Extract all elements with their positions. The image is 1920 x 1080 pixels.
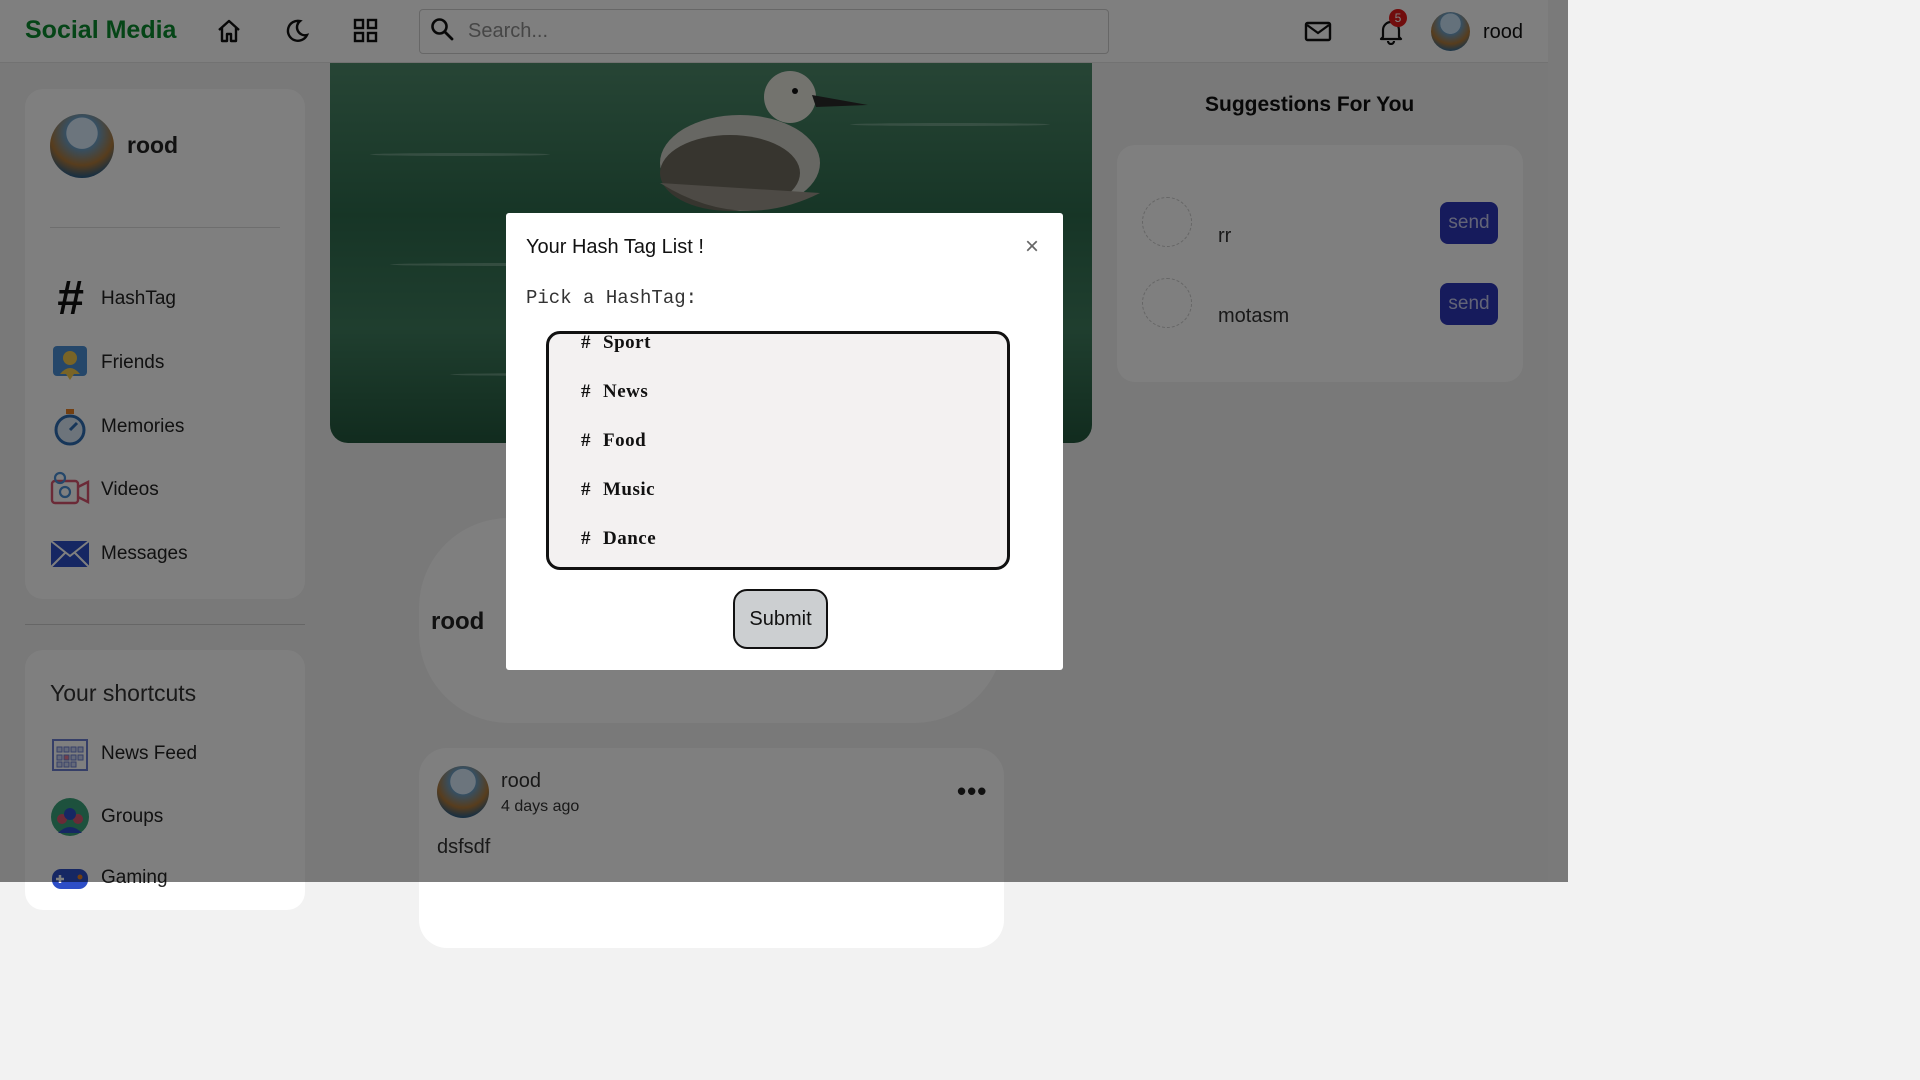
page-scrollbar[interactable] (1548, 0, 1568, 882)
hashtag-label: Dance (603, 528, 657, 549)
hashtag-option-food[interactable]: # Food (581, 430, 646, 452)
hash-symbol: # (581, 430, 591, 451)
modal-title: Your Hash Tag List ! (526, 236, 704, 258)
hashtag-label: News (603, 381, 649, 402)
hash-symbol: # (581, 479, 591, 500)
hashtag-label: Music (603, 479, 656, 500)
hash-symbol: # (581, 528, 591, 549)
close-icon[interactable]: × (1025, 235, 1039, 259)
hashtag-option-dance[interactable]: # Dance (581, 528, 656, 550)
hashtag-modal: Your Hash Tag List ! × Pick a HashTag: #… (506, 213, 1063, 670)
hash-symbol: # (581, 381, 591, 402)
submit-button[interactable]: Submit (733, 589, 828, 649)
hashtag-option-music[interactable]: # Music (581, 479, 655, 501)
hashtag-label: Food (603, 430, 647, 451)
hashtag-list[interactable]: # Sport # News # Food # Music # Dance (546, 331, 1010, 570)
hashtag-prompt-label: Pick a HashTag: (526, 287, 698, 309)
hash-symbol: # (581, 332, 591, 353)
hashtag-option-sport[interactable]: # Sport (581, 332, 651, 354)
hashtag-option-news[interactable]: # News (581, 381, 648, 403)
hashtag-label: Sport (603, 332, 651, 353)
